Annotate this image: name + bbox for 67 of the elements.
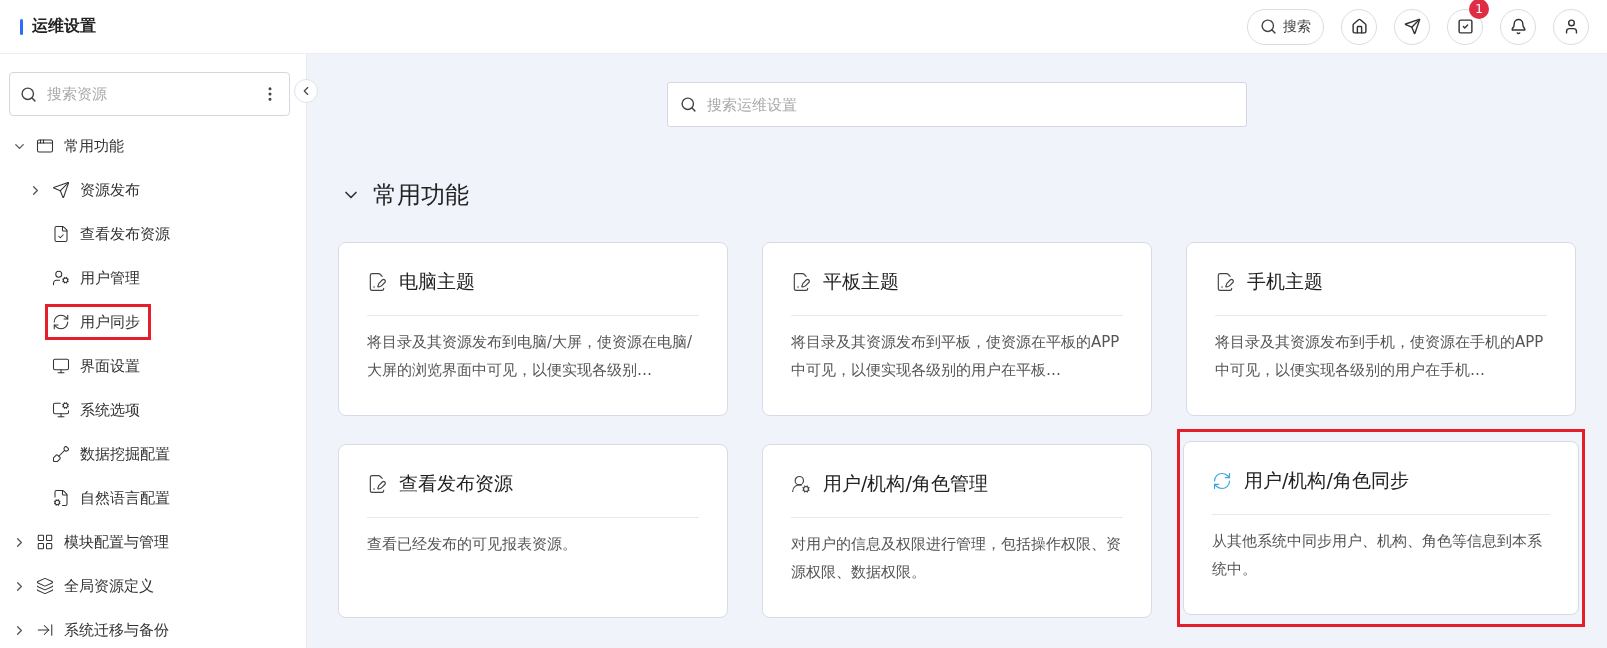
paper-plane-icon — [1403, 18, 1421, 35]
bell-button[interactable] — [1500, 8, 1536, 45]
tree-item[interactable]: 常用功能 — [29, 128, 135, 164]
tree-item-icon — [52, 357, 70, 375]
tree-item[interactable]: 模块配置与管理 — [29, 524, 180, 560]
card-description: 对用户的信息及权限进行管理，包括操作权限、资源权限、数据权限。 — [791, 534, 1122, 583]
card-title: 平板主题 — [823, 269, 899, 294]
card-description: 从其他系统中同步用户、机构、角色等信息到本系统中。 — [1212, 531, 1543, 580]
tree-item-icon — [52, 225, 70, 243]
tree-item[interactable]: 用户同步 — [45, 304, 151, 340]
tree-item-icon — [52, 313, 70, 331]
card-title: 手机主题 — [1247, 269, 1323, 294]
user-button[interactable] — [1553, 8, 1589, 45]
tree-item-icon — [36, 621, 54, 639]
section-title: 常用功能 — [373, 180, 469, 211]
tree-item-icon — [52, 181, 70, 199]
card-description: 将目录及其资源发布到平板，使资源在平板的APP中可见，以便实现各级别的用户在平板… — [791, 332, 1121, 381]
tree-item[interactable]: 自然语言配置 — [45, 480, 181, 516]
card-description: 将目录及其资源发布到电脑/大屏，使资源在电脑/大屏的浏览界面中可见，以便实现各级别… — [367, 332, 694, 381]
card-icon — [367, 272, 387, 292]
home-icon — [1350, 18, 1368, 35]
collapse-button[interactable] — [294, 79, 318, 103]
feature-card[interactable]: 手机主题 将目录及其资源发布到手机，使资源在手机的APP中可见，以便实现各级别的用户在手机… — [1186, 242, 1576, 416]
page-title: 运维设置 — [32, 16, 97, 37]
card-icon — [1212, 471, 1232, 491]
card-description: 查看已经发布的可见报表资源。 — [367, 534, 578, 555]
tree-item-icon — [52, 269, 70, 287]
tree-item-icon — [36, 137, 54, 155]
tree-item[interactable]: 查看发布资源 — [45, 216, 181, 252]
card-title: 用户/机构/角色同步 — [1244, 468, 1409, 493]
notification-badge: 1 — [1469, 0, 1489, 19]
tree-item-icon — [36, 577, 54, 595]
tree-item-icon — [52, 445, 70, 463]
search-button[interactable]: 搜索 — [1247, 8, 1324, 45]
card-title: 电脑主题 — [399, 269, 475, 294]
search-field[interactable]: 搜索运维设置 — [667, 82, 1247, 127]
tree-item[interactable]: 全局资源定义 — [29, 568, 165, 604]
card-icon — [1215, 272, 1235, 292]
feature-card[interactable]: 用户/机构/角色管理 对用户的信息及权限进行管理，包括操作权限、资源权限、数据权限。 — [762, 444, 1152, 618]
tree-item[interactable]: 数据挖掘配置 — [45, 436, 181, 472]
search-icon — [20, 85, 37, 103]
tree-item-icon — [52, 401, 70, 419]
card-title: 用户/机构/角色管理 — [823, 471, 988, 496]
bell-icon — [1509, 18, 1527, 35]
card-icon — [367, 474, 387, 494]
home-button[interactable] — [1341, 8, 1377, 45]
checkbox-icon — [1456, 18, 1474, 35]
card-title: 查看发布资源 — [399, 471, 513, 496]
card-icon — [791, 272, 811, 292]
feature-card[interactable]: 查看发布资源 查看已经发布的可见报表资源。 — [338, 444, 728, 618]
tree-item[interactable]: 资源发布 — [45, 172, 151, 208]
send-button[interactable] — [1394, 8, 1430, 45]
tree-item[interactable]: 系统选项 — [45, 392, 151, 428]
title-accent-bar — [20, 18, 23, 35]
card-icon — [791, 474, 811, 494]
tree-item[interactable]: 界面设置 — [45, 348, 151, 384]
card-description: 将目录及其资源发布到手机，使资源在手机的APP中可见，以便实现各级别的用户在手机… — [1215, 332, 1545, 381]
tree-item-icon — [52, 489, 70, 507]
search-icon — [680, 96, 697, 113]
search-icon — [1260, 18, 1277, 35]
tree-item[interactable]: 用户管理 — [45, 260, 151, 296]
search-field[interactable]: 搜索资源 — [9, 72, 290, 116]
tree-item-icon — [36, 533, 54, 551]
feature-card[interactable]: 用户/机构/角色同步 从其他系统中同步用户、机构、角色等信息到本系统中。 — [1183, 441, 1579, 615]
tree-item[interactable]: 系统迁移与备份 — [29, 612, 180, 648]
feature-card[interactable]: 平板主题 将目录及其资源发布到平板，使资源在平板的APP中可见，以便实现各级别的用户在平板… — [762, 242, 1152, 416]
feature-card[interactable]: 电脑主题 将目录及其资源发布到电脑/大屏，使资源在电脑/大屏的浏览界面中可见，以便实现各级别… — [338, 242, 728, 416]
